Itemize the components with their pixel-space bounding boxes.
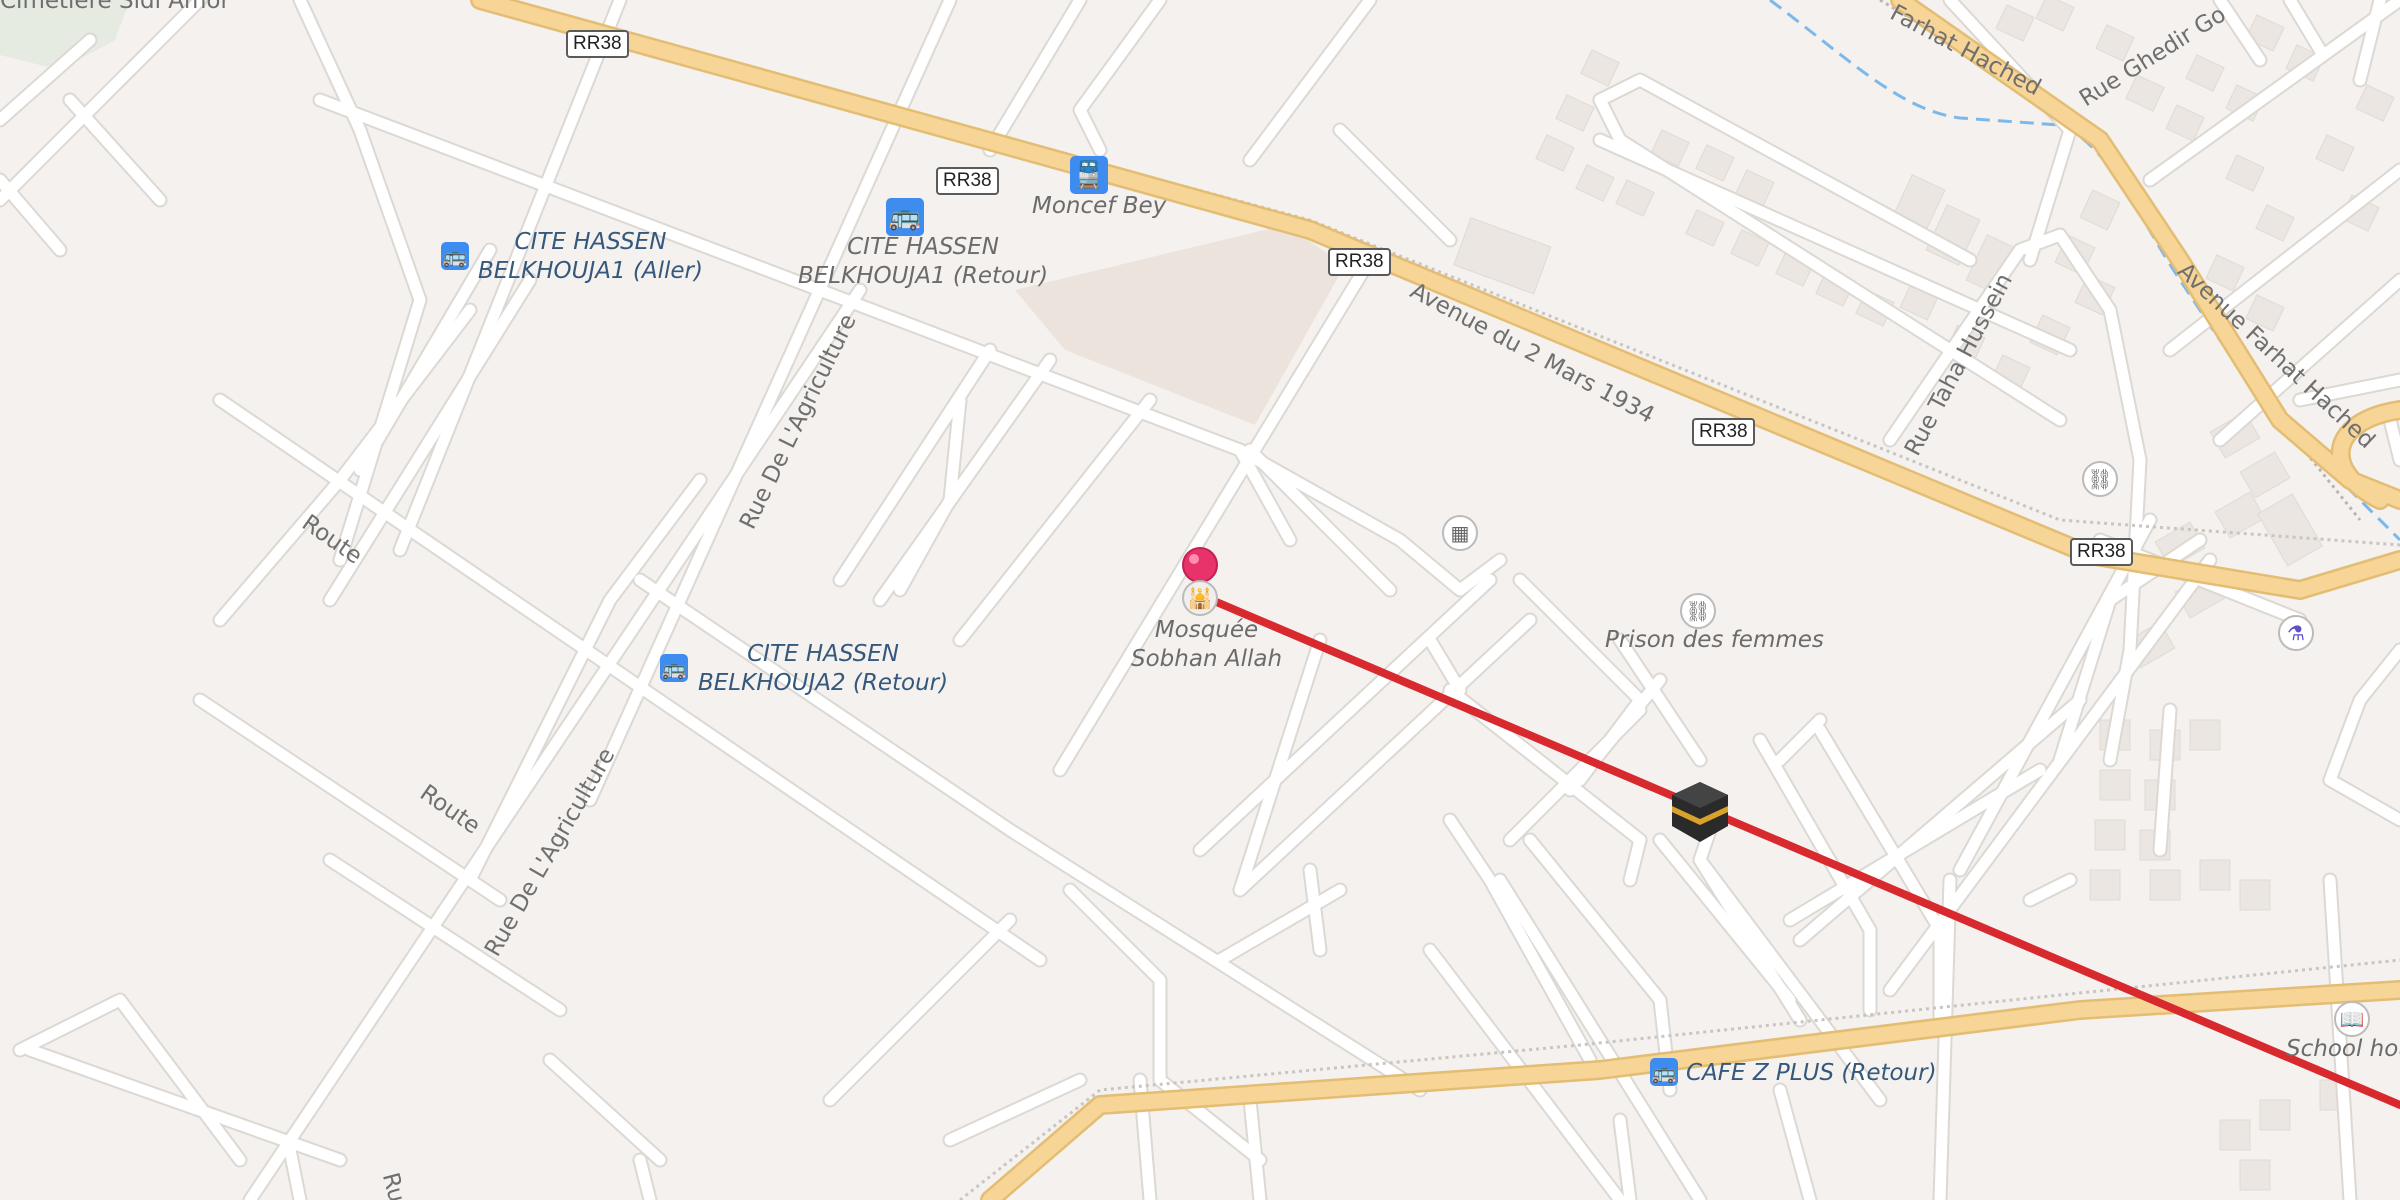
poi-label-moncef-bey[interactable]: Moncef Bey — [1032, 192, 1166, 221]
street-label-cemetery: Cimetière Sidi Amor — [0, 0, 230, 14]
route-shield-rr38: RR38 — [1692, 418, 1755, 446]
pharmacy-icon[interactable]: ⚗ — [2278, 615, 2314, 651]
poi-label-school[interactable]: School hou — [2286, 1035, 2400, 1064]
bus-icon[interactable]: 🚌 — [886, 198, 924, 236]
mosque-icon[interactable]: 🕌 — [1182, 580, 1218, 616]
route-line — [1196, 591, 2400, 1109]
door-icon[interactable]: ▦ — [1442, 515, 1478, 551]
poi-label-mosquee[interactable]: Mosquée Sobhan Allah — [1131, 616, 1282, 674]
bus-stop-label[interactable]: CITE HASSEN BELKHOUJA2 (Retour) — [698, 640, 948, 698]
bus-icon[interactable]: 🚌 — [441, 242, 469, 270]
route-shield-rr38: RR38 — [1328, 248, 1391, 276]
bus-icon[interactable]: 🚌 — [1650, 1058, 1678, 1086]
kaaba-icon[interactable] — [1672, 782, 1728, 842]
bus-icon[interactable]: 🚌 — [660, 654, 688, 682]
route-shield-rr38: RR38 — [936, 167, 999, 195]
poi-label-prison[interactable]: Prison des femmes — [1605, 626, 1824, 655]
map-view[interactable]: RR38 RR38 RR38 RR38 RR38 Avenue du 2 Mar… — [0, 0, 2400, 1200]
route-shield-rr38: RR38 — [2070, 538, 2133, 566]
train-icon[interactable]: 🚆 — [1070, 156, 1108, 194]
prison-icon[interactable]: ⛓ — [1680, 593, 1716, 629]
bus-stop-label[interactable]: CAFE Z PLUS (Retour) — [1686, 1059, 1937, 1088]
book-icon[interactable]: 📖 — [2334, 1001, 2370, 1037]
route-shield-rr38: RR38 — [566, 30, 629, 58]
prison-icon[interactable]: ⛓ — [2082, 461, 2118, 497]
bus-stop-label[interactable]: CITE HASSEN BELKHOUJA1 (Retour) — [798, 233, 1048, 291]
bus-stop-label[interactable]: CITE HASSEN BELKHOUJA1 (Aller) — [478, 228, 703, 286]
